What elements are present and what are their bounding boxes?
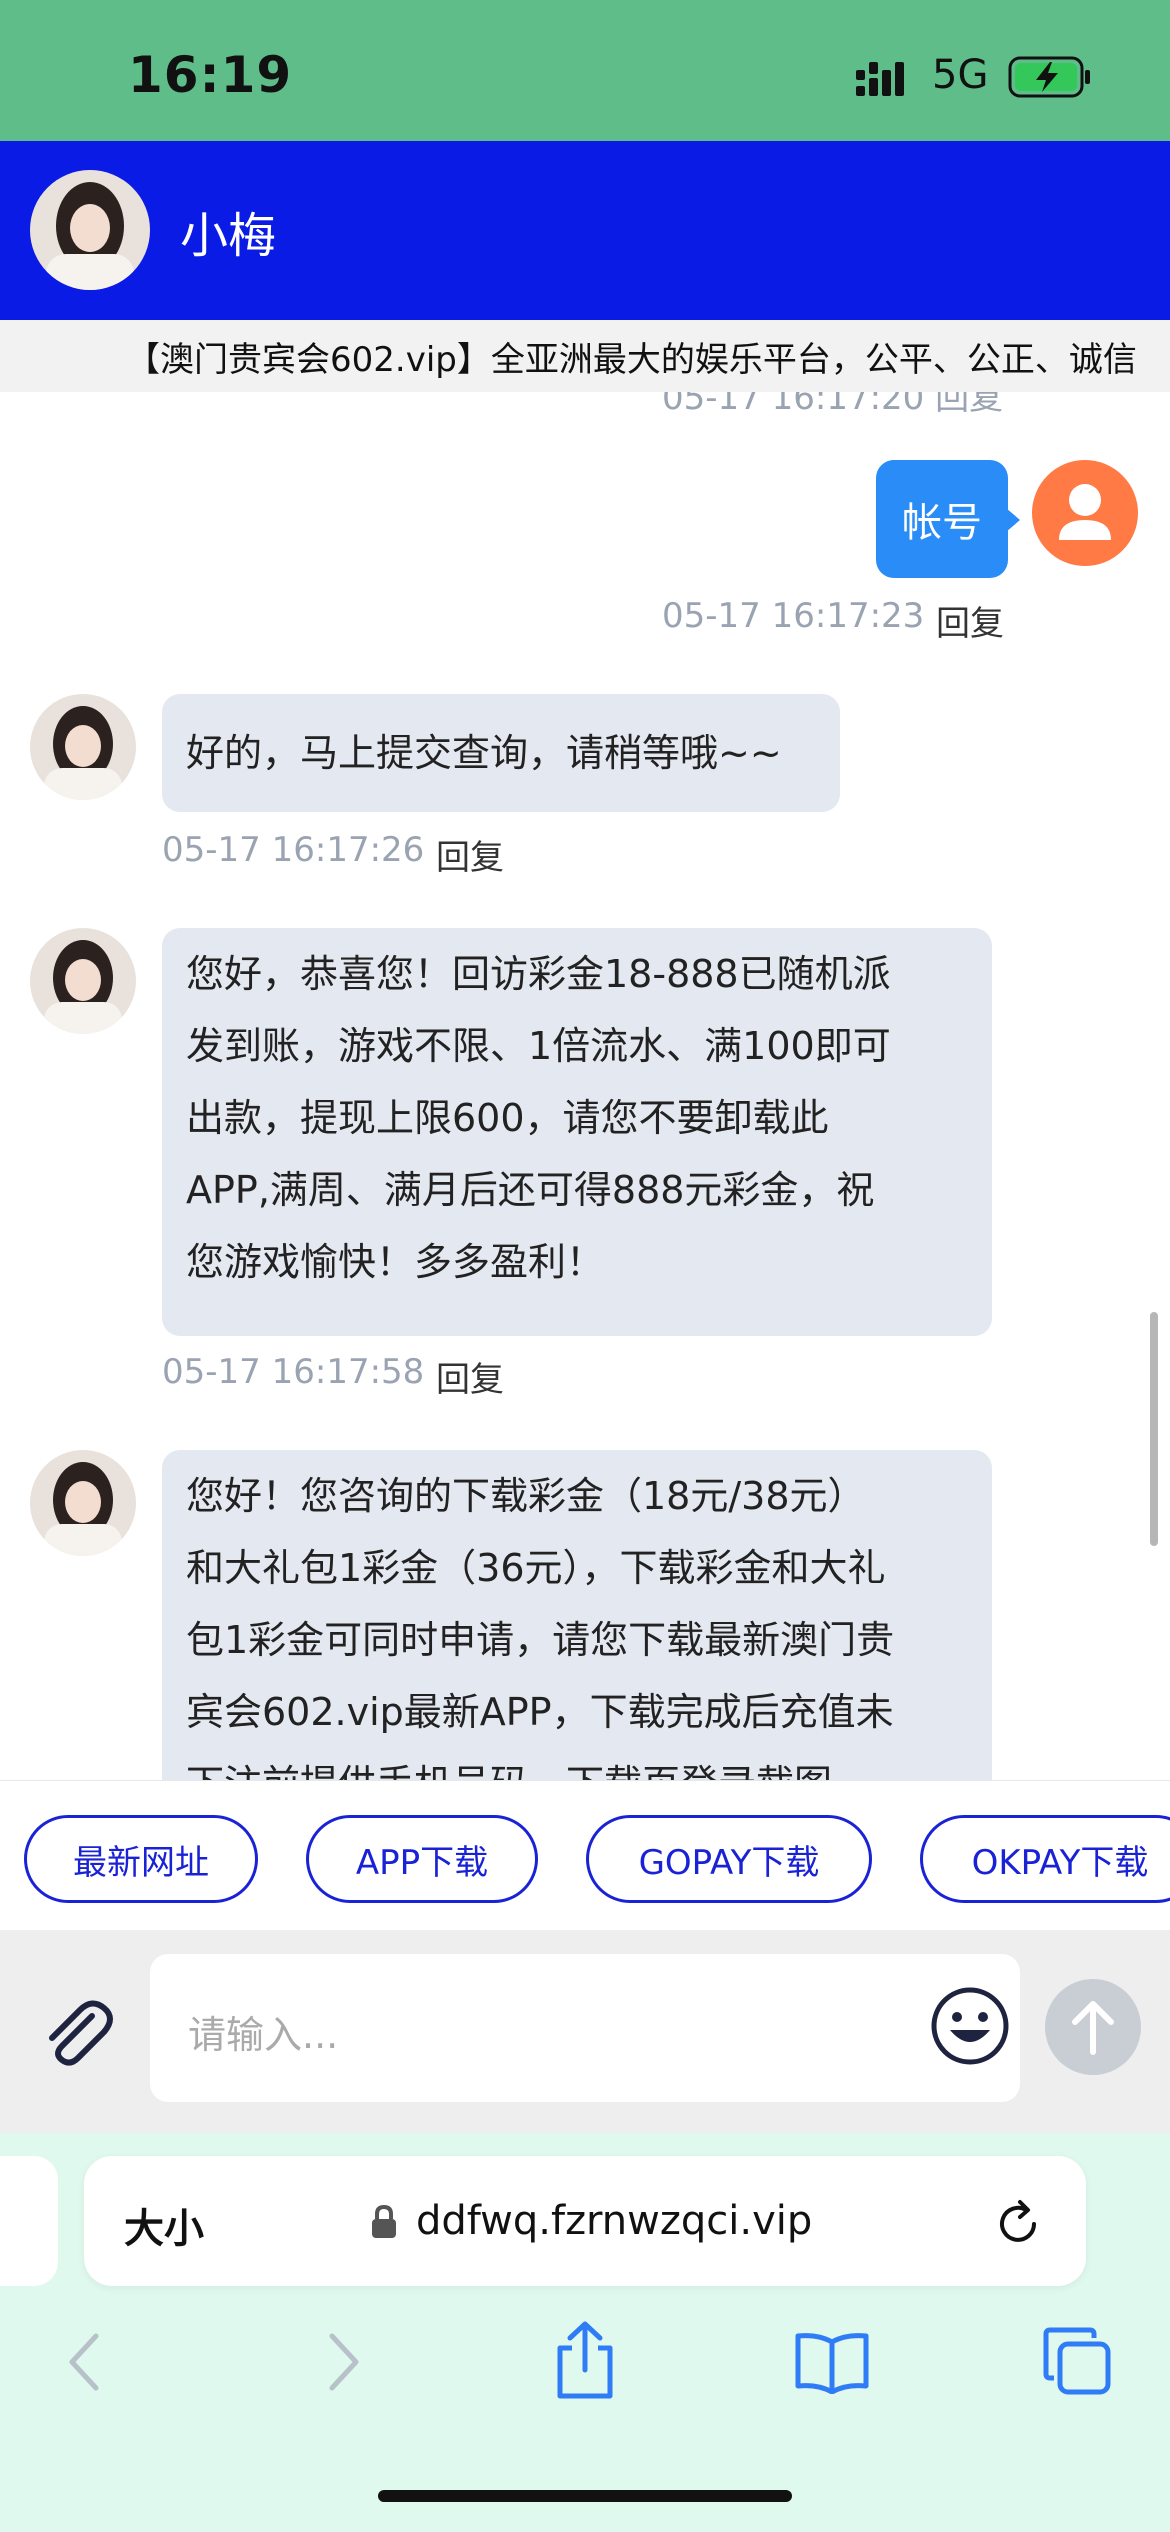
message-line: 发到账，游戏不限、1倍流水、满100即可: [186, 1024, 891, 1068]
bookmarks-icon[interactable]: [792, 2330, 872, 2394]
tabs-icon[interactable]: [1040, 2324, 1114, 2398]
reply-link[interactable]: 回复: [436, 830, 504, 879]
incoming-message-bubble[interactable]: 您好，恭喜您！回访彩金18-888已随机派 发到账，游戏不限、1倍流水、满100…: [162, 928, 992, 1336]
announcement-marquee: 【澳门贵宾会602.vip】全亚洲最大的娱乐平台，公平、公正、诚信: [0, 320, 1170, 393]
agent-avatar[interactable]: [30, 928, 136, 1034]
network-type: 5G: [932, 52, 989, 98]
quick-action-app-download[interactable]: APP下载: [306, 1815, 538, 1903]
user-avatar-icon[interactable]: [1032, 460, 1138, 566]
quick-action-gopay-download[interactable]: GOPAY下载: [586, 1815, 872, 1903]
agent-avatar[interactable]: [30, 1450, 136, 1556]
forward-icon[interactable]: [316, 2330, 366, 2394]
quick-action-latest-url[interactable]: 最新网址: [24, 1815, 258, 1903]
status-time: 16:19: [128, 46, 293, 104]
message-meta-partial: 05-17 16:17:20 回复: [662, 392, 1004, 418]
reply-link[interactable]: 回复: [936, 596, 1004, 645]
bubble-tail: [1006, 508, 1020, 532]
battery-charging-icon: [1008, 56, 1090, 98]
message-line: 好的，马上提交查询，请稍等哦~~: [186, 731, 782, 775]
url-text[interactable]: ddfwq.fzrnwzqci.vip: [416, 2198, 812, 2244]
message-line: 宾会602.vip最新APP，下载完成后充值未: [186, 1690, 894, 1734]
announcement-text: 【澳门贵宾会602.vip】全亚洲最大的娱乐平台，公平、公正、诚信: [126, 340, 1137, 380]
chat-messages[interactable]: 05-17 16:17:20 回复 帐号 05-17 16:17:23 回复 好…: [0, 392, 1170, 1780]
message-line: 下注前提供手机号码、下载页登录截图: [186, 1748, 968, 1780]
reload-icon[interactable]: [990, 2196, 1046, 2252]
text-size-button[interactable]: 大小: [124, 2196, 204, 2254]
back-icon[interactable]: [62, 2330, 112, 2394]
message-input-placeholder: 请输入...: [188, 2013, 339, 2057]
contact-name: 小梅: [180, 208, 277, 264]
message-line: 您好，恭喜您！回访彩金18-888已随机派: [186, 952, 891, 996]
emoji-icon[interactable]: [928, 1984, 1012, 2068]
message-time: 05-17 16:17:26: [162, 830, 425, 870]
incoming-message-bubble[interactable]: 您好！您咨询的下载彩金（18元/38元） 和大礼包1彩金（36元），下载彩金和大…: [162, 1450, 992, 1780]
message-line: APP,满周、满月后还可得888元彩金，祝: [186, 1168, 875, 1212]
previous-tab-preview[interactable]: [0, 2156, 58, 2286]
message-time: 05-17 16:17:23: [662, 596, 925, 636]
message-time: 05-17 16:17:58: [162, 1352, 425, 1392]
agent-avatar[interactable]: [30, 694, 136, 800]
scrollbar-thumb[interactable]: [1150, 1312, 1158, 1546]
quick-actions-bar: 最新网址 APP下载 GOPAY下载 OKPAY下载: [0, 1780, 1170, 1931]
message-line: 您好！您咨询的下载彩金（18元/38元）: [186, 1474, 866, 1518]
message-line: 您游戏愉快！多多盈利！: [186, 1240, 605, 1284]
reply-link[interactable]: 回复: [436, 1352, 504, 1401]
incoming-message-bubble[interactable]: 好的，马上提交查询，请稍等哦~~: [162, 694, 840, 812]
cellular-signal-icon: [856, 62, 904, 96]
text-size-label: 大小: [124, 2206, 204, 2252]
message-line: 包1彩金可同时申请，请您下载最新澳门贵: [186, 1618, 895, 1662]
message-line: 出款，提现上限600，请您不要卸载此: [186, 1096, 829, 1140]
chat-header: [0, 141, 1170, 320]
paperclip-icon[interactable]: [34, 1990, 118, 2074]
home-indicator: [378, 2490, 792, 2502]
send-button[interactable]: [1044, 1978, 1142, 2076]
lock-icon: [372, 2204, 396, 2238]
share-icon[interactable]: [550, 2318, 620, 2402]
outgoing-message-bubble[interactable]: 帐号: [876, 460, 1008, 578]
contact-avatar[interactable]: [30, 170, 150, 290]
quick-action-okpay-download[interactable]: OKPAY下载: [920, 1815, 1170, 1903]
message-line: 和大礼包1彩金（36元），下载彩金和大礼: [186, 1546, 886, 1590]
